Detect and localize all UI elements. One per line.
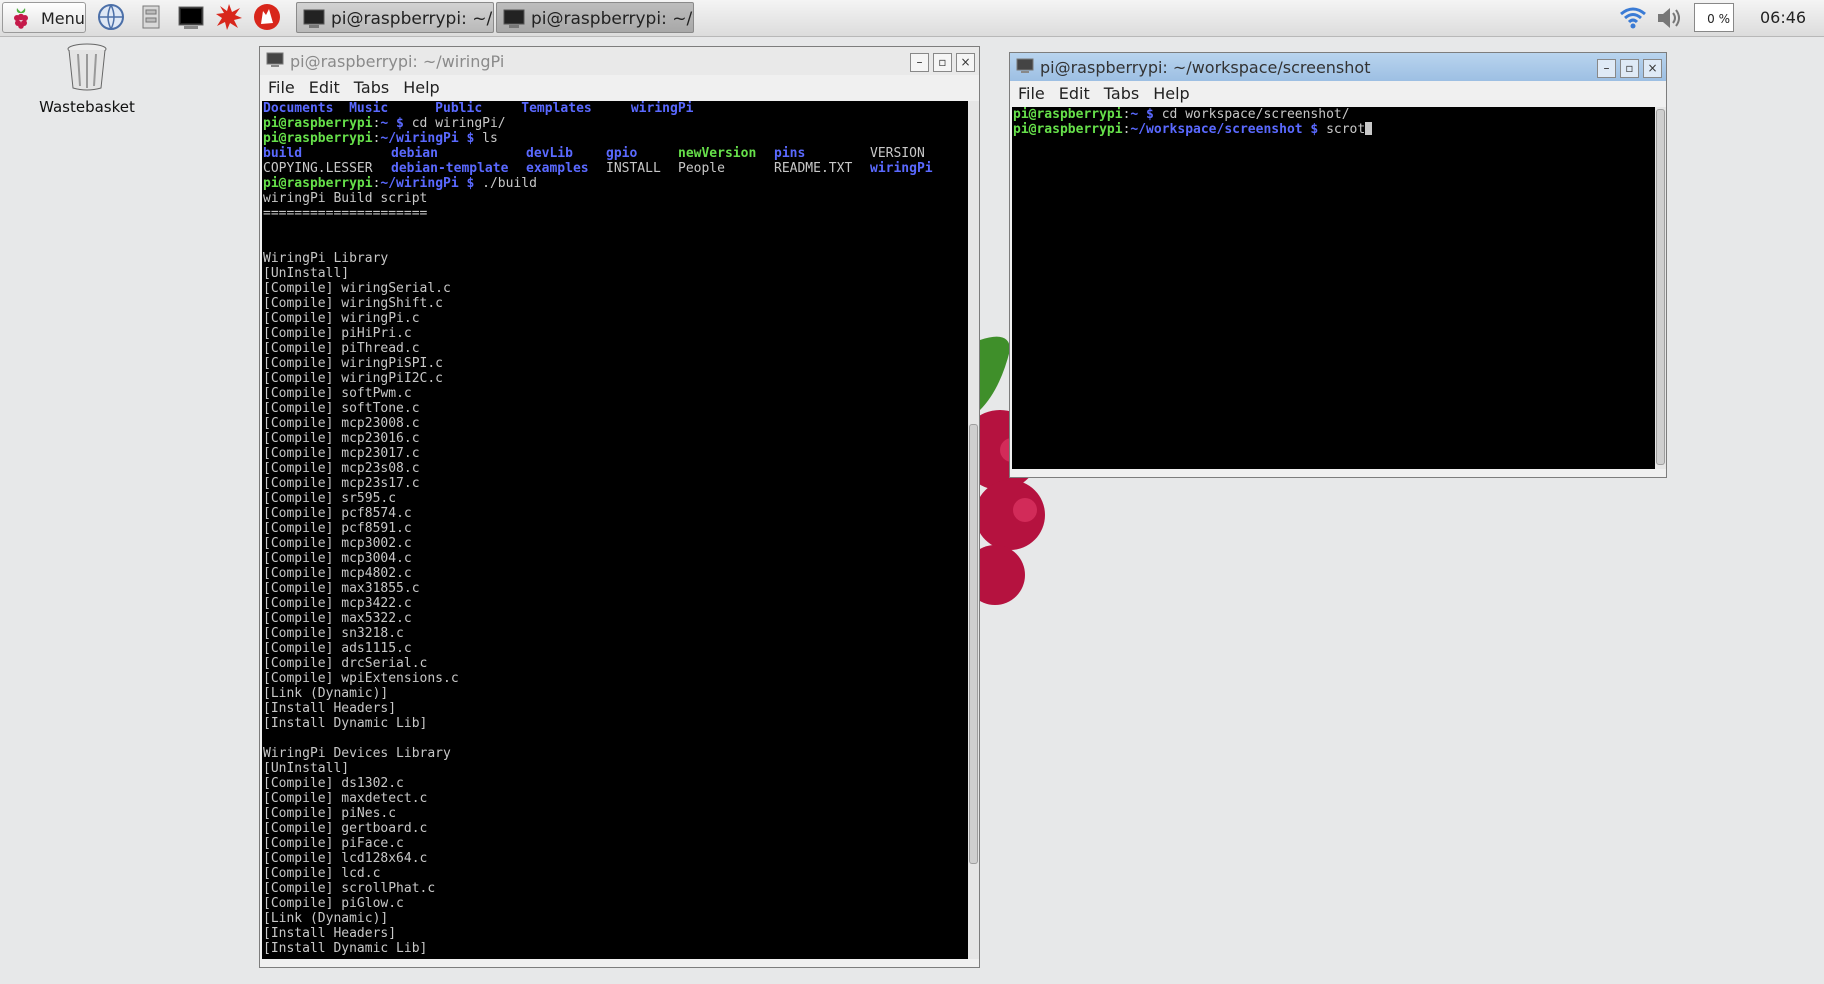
menu-edit[interactable]: Edit (1059, 81, 1090, 103)
cpu-monitor[interactable]: 0 % (1694, 3, 1734, 32)
command: ./build (482, 176, 537, 191)
terminal-window-screenshot[interactable]: pi@raspberrypi: ~/workspace/screenshot –… (1009, 52, 1667, 478)
dirs-line: Documents Music Public Templates wiringP… (263, 101, 694, 116)
ls-entry: COPYING.LESSER (263, 161, 373, 176)
terminal-icon (1016, 58, 1034, 73)
file-cabinet-icon (142, 5, 160, 29)
ls-row: build debian devLib gpio newVersion pins VERSI… (263, 146, 969, 161)
menu-file[interactable]: File (1018, 81, 1045, 103)
terminal-window-wiringpi[interactable]: pi@raspberrypi: ~/wiringPi – ▫ × File Edit T… (259, 46, 980, 968)
prompt-path: ~/wiringPi $ (380, 176, 483, 191)
raspberry-logo-icon (14, 8, 28, 29)
window-title: pi@raspberrypi: ~/wiringPi (290, 52, 505, 71)
minimize-button[interactable]: – (910, 53, 929, 72)
ls-entry: examples (526, 161, 589, 176)
menu-help[interactable]: Help (403, 75, 439, 97)
prompt-line: pi@raspberrypi:~/wiringPi $ ./build (263, 176, 537, 191)
spiky-star-icon (216, 4, 242, 30)
prompt-user: pi@raspberrypi (1013, 122, 1123, 137)
browser-launcher[interactable] (96, 2, 128, 33)
prompt-path: ~/wiringPi $ (380, 131, 483, 146)
volume-icon[interactable] (1654, 5, 1684, 31)
ls-entry: People (678, 161, 725, 176)
prompt-user: pi@raspberrypi (263, 176, 373, 191)
menu-button[interactable]: Menu (2, 2, 86, 33)
ls-entry: gpio (606, 146, 638, 161)
menu-help[interactable]: Help (1153, 81, 1189, 103)
task-wiringpi[interactable]: pi@raspberrypi: ~/wir... (296, 2, 494, 33)
menubar: File Edit Tabs Help (1010, 81, 1666, 106)
command: cd workspace/screenshot/ (1161, 107, 1350, 122)
prompt-line: pi@raspberrypi:~ $ cd wiringPi/ (263, 116, 506, 131)
terminal-icon (303, 9, 325, 28)
ls-entry: VERSION (870, 146, 925, 161)
ls-entry: wiringPi (870, 161, 933, 176)
command: ls (482, 131, 498, 146)
terminal-icon (503, 9, 525, 28)
prompt-user: pi@raspberrypi (263, 131, 373, 146)
menu-label: Menu (41, 9, 85, 28)
command: scrot (1326, 122, 1366, 137)
ls-entry: devLib (526, 146, 573, 161)
ls-entry: README.TXT (774, 161, 853, 176)
ls-entry: debian-template (391, 161, 509, 176)
close-button[interactable]: × (956, 53, 975, 72)
command: cd wiringPi/ (411, 116, 506, 131)
scrollbar[interactable] (968, 101, 979, 959)
prompt-user: pi@raspberrypi (263, 116, 373, 131)
window-title: pi@raspberrypi: ~/workspace/screenshot (1040, 58, 1371, 77)
wastebasket-label: Wastebasket (39, 98, 135, 116)
ls-entry: build (263, 146, 303, 161)
menubar: File Edit Tabs Help (260, 75, 979, 100)
wifi-icon[interactable] (1618, 6, 1648, 30)
terminal-icon (266, 52, 284, 67)
minimize-button[interactable]: – (1597, 59, 1616, 78)
close-button[interactable]: × (1643, 59, 1662, 78)
prompt-path: ~/workspace/screenshot $ (1130, 122, 1327, 137)
terminal-icon (178, 6, 204, 29)
terminal-output[interactable]: pi@raspberrypi:~ $ cd workspace/screensh… (1012, 107, 1655, 469)
maximize-button[interactable]: ▫ (1620, 59, 1639, 78)
task-label: pi@raspberrypi: ~/wir... (331, 9, 493, 29)
wolfram-launcher[interactable] (252, 2, 284, 33)
prompt-line: pi@raspberrypi:~ $ cd workspace/screensh… (1013, 107, 1350, 122)
terminal-output[interactable]: Documents Music Public Templates wiringP… (262, 101, 969, 959)
taskbar: Menu pi@raspberrypi: ~/ pi@raspberrypi: … (0, 0, 1824, 37)
text-cursor (1365, 122, 1373, 135)
task-workspace[interactable]: pi@raspberrypi: ~/wo... (496, 2, 694, 33)
ls-entry: newVersion (678, 146, 757, 161)
ls-entry: pins (774, 146, 806, 161)
prompt-line: pi@raspberrypi:~/workspace/screenshot $ … (1013, 122, 1655, 137)
ls-entry: INSTALL (606, 161, 661, 176)
scrollbar-thumb[interactable] (969, 424, 978, 864)
maximize-button[interactable]: ▫ (933, 53, 952, 72)
mathematica-launcher[interactable] (214, 2, 246, 33)
clock[interactable]: 06:46 (1760, 8, 1806, 27)
titlebar[interactable]: pi@raspberrypi: ~/wiringPi – ▫ × (260, 47, 979, 75)
prompt-user: pi@raspberrypi (1013, 107, 1123, 122)
build-output: wiringPi Build script ==================… (263, 191, 459, 956)
menu-tabs[interactable]: Tabs (354, 75, 389, 97)
menu-file[interactable]: File (268, 75, 295, 97)
prompt-path: ~ $ (380, 116, 412, 131)
prompt-path: ~ $ (1130, 107, 1162, 122)
wastebasket-desktop-icon[interactable]: Wastebasket (30, 42, 144, 116)
task-label: pi@raspberrypi: ~/wo... (531, 9, 693, 29)
scrollbar[interactable] (1655, 107, 1666, 469)
trash-icon (67, 43, 107, 91)
prompt-line: pi@raspberrypi:~/wiringPi $ ls (263, 131, 498, 146)
globe-icon (98, 4, 124, 30)
wolf-icon (254, 4, 280, 30)
ls-entry: debian (391, 146, 438, 161)
ls-row: COPYING.LESSER debian-template examples INS… (263, 161, 969, 176)
menu-tabs[interactable]: Tabs (1104, 81, 1139, 103)
file-manager-launcher[interactable] (136, 2, 168, 33)
scrollbar-thumb[interactable] (1656, 109, 1665, 465)
terminal-launcher[interactable] (176, 2, 208, 33)
titlebar[interactable]: pi@raspberrypi: ~/workspace/screenshot –… (1010, 53, 1666, 81)
menu-edit[interactable]: Edit (309, 75, 340, 97)
